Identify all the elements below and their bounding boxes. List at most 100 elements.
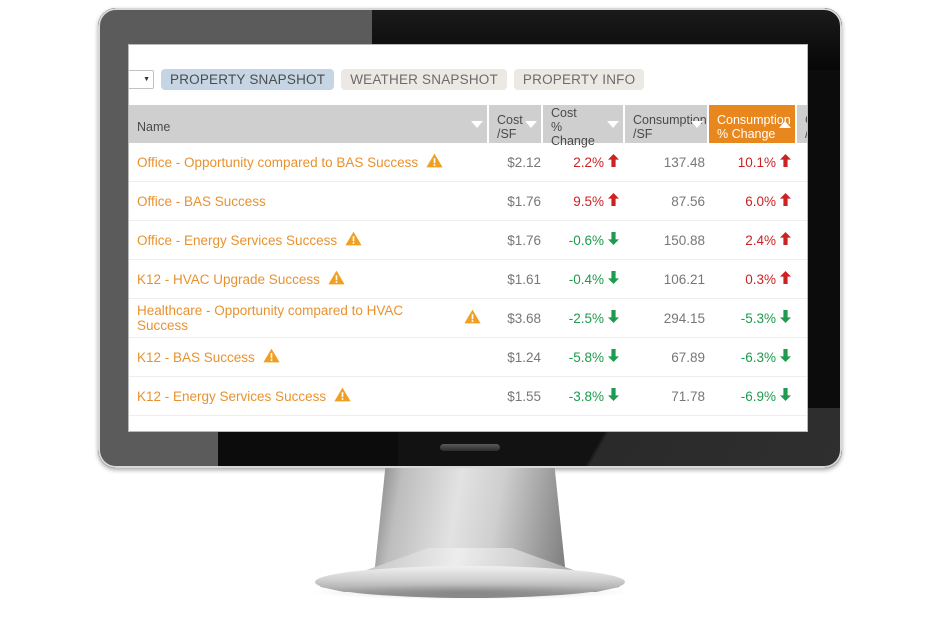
trend-down-icon xyxy=(608,310,619,326)
table-row[interactable]: K12 - Energy Services Success $1.55 -3.8% 7… xyxy=(129,377,807,416)
cell-cost-sf: $1.76 xyxy=(507,193,541,209)
column-header-sublabel: /SF xyxy=(497,126,517,141)
consumption-change-value: 0.3% xyxy=(745,271,776,287)
cell-consumption-sf: 106.21 xyxy=(663,271,705,287)
property-name-label: Office - Energy Services Success xyxy=(137,232,338,248)
cell-name: Office - Energy Services Success xyxy=(129,221,489,259)
cell-consumption-sf: 87.56 xyxy=(671,193,705,209)
trend-up-icon xyxy=(780,154,791,170)
column-header-cost-change[interactable]: Cost % Change xyxy=(543,105,625,148)
table-row[interactable]: K12 - BAS Success $1.24 -5.8% 67.89 -6.3% 16.… xyxy=(129,338,807,377)
cell-carbon-sf: 16.37 xyxy=(797,338,807,376)
cell-cost-sf: $1.55 xyxy=(507,388,541,404)
cost-change-value: -5.8% xyxy=(568,349,604,365)
cell-cost-change: 2.2% xyxy=(543,143,625,181)
cost-change-value: -0.4% xyxy=(568,271,604,287)
cell-consumption-sf: 67.89 xyxy=(671,349,705,365)
cost-change-value: -3.8% xyxy=(568,388,604,404)
trend-down-icon xyxy=(780,310,791,326)
trend-down-icon xyxy=(780,388,791,404)
cell-cost-change: -3.8% xyxy=(543,377,625,415)
warning-icon xyxy=(334,387,351,405)
cell-cost-change: -5.8% xyxy=(543,338,625,376)
consumption-change-value: -6.9% xyxy=(740,388,776,404)
column-header-label: Name xyxy=(137,119,171,134)
column-header-consumption-sf[interactable]: Consumption /SF xyxy=(625,105,709,143)
cell-carbon-sf: 61.10 xyxy=(797,299,807,337)
monitor-scene: ▼ PROPERTY SNAPSHOT WEATHER SNAPSHOT PRO… xyxy=(0,0,940,626)
column-header-sublabel: /SF xyxy=(633,126,653,141)
chevron-down-icon: ▼ xyxy=(143,75,150,83)
cell-cost-change: 9.5% xyxy=(543,182,625,220)
cell-consumption-sf: 137.48 xyxy=(663,154,705,170)
column-header-label: Cost xyxy=(497,112,523,127)
sort-descending-icon xyxy=(471,121,483,128)
cell-name: K12 - HVAC Upgrade Success xyxy=(129,260,489,298)
table-body: Office - Opportunity compared to BAS Suc… xyxy=(129,143,807,416)
warning-icon xyxy=(426,153,443,171)
cell-cost-sf: $1.24 xyxy=(507,349,541,365)
tab-weather-snapshot[interactable]: WEATHER SNAPSHOT xyxy=(341,68,507,90)
cell-cost-sf: $1.61 xyxy=(507,271,541,287)
property-select-dropdown[interactable]: ▼ xyxy=(129,69,154,89)
property-table: Name Cost /SF Cost % Change Consumption … xyxy=(129,105,807,416)
cell-cost-change: -2.5% xyxy=(543,299,625,337)
cost-change-value: 9.5% xyxy=(573,193,604,209)
table-row[interactable]: Healthcare - Opportunity compared to HVA… xyxy=(129,299,807,338)
cell-carbon-sf: 41.27 xyxy=(797,221,807,259)
cell-cost-change: -0.4% xyxy=(543,260,625,298)
trend-up-icon xyxy=(608,154,619,170)
cell-name: Office - BAS Success xyxy=(129,182,489,220)
cost-change-value: -2.5% xyxy=(568,310,604,326)
cell-consumption-change: -6.3% xyxy=(709,338,797,376)
table-row[interactable]: Office - BAS Success $1.76 9.5% 87.56 6.0% 22… xyxy=(129,182,807,221)
cell-name: K12 - BAS Success xyxy=(129,338,489,376)
trend-down-icon xyxy=(608,232,619,248)
column-header-sublabel: % Change xyxy=(717,126,776,141)
table-row[interactable]: Office - Opportunity compared to BAS Suc… xyxy=(129,143,807,182)
monitor-stand-notch xyxy=(440,444,500,451)
tab-bar: ▼ PROPERTY SNAPSHOT WEATHER SNAPSHOT PRO… xyxy=(129,67,645,91)
column-header-carbon-sf[interactable]: Carbon /SF xyxy=(797,105,807,143)
trend-up-icon xyxy=(780,193,791,209)
screen-content: ▼ PROPERTY SNAPSHOT WEATHER SNAPSHOT PRO… xyxy=(129,45,807,431)
property-name-label: Healthcare - Opportunity compared to HVA… xyxy=(137,303,404,333)
column-header-label: Consumption xyxy=(633,112,707,127)
screen: ▼ PROPERTY SNAPSHOT WEATHER SNAPSHOT PRO… xyxy=(128,44,808,432)
cell-name: K12 - Energy Services Success xyxy=(129,377,489,415)
column-header-sublabel: % Change xyxy=(551,119,595,148)
tab-label: PROPERTY INFO xyxy=(522,71,636,87)
column-header-cost-sf[interactable]: Cost /SF xyxy=(489,105,543,143)
cell-cost-sf: $2.12 xyxy=(507,154,541,170)
tab-property-info[interactable]: PROPERTY INFO xyxy=(513,68,645,90)
cell-cost-sf: $1.76 xyxy=(507,232,541,248)
cell-cost-sf: $3.68 xyxy=(507,310,541,326)
cell-consumption-change: 2.4% xyxy=(709,221,797,259)
tab-label: PROPERTY SNAPSHOT xyxy=(170,71,326,87)
table-row[interactable]: K12 - HVAC Upgrade Success $1.61 -0.4% 106.… xyxy=(129,260,807,299)
column-header-name[interactable]: Name xyxy=(129,105,489,143)
warning-icon xyxy=(263,348,280,366)
cell-cost-change: -0.6% xyxy=(543,221,625,259)
property-name-label: K12 - BAS Success xyxy=(137,349,255,365)
property-name-label: K12 - HVAC Upgrade Success xyxy=(137,271,320,287)
property-name-label: K12 - Energy Services Success xyxy=(137,388,327,404)
cell-consumption-change: -5.3% xyxy=(709,299,797,337)
cell-name: Healthcare - Opportunity compared to HVA… xyxy=(129,299,489,337)
trend-down-icon xyxy=(608,388,619,404)
trend-down-icon xyxy=(780,349,791,365)
table-row[interactable]: Office - Energy Services Success $1.76 -0.… xyxy=(129,221,807,260)
cell-carbon-sf: 39.37 xyxy=(797,143,807,181)
tab-property-snapshot[interactable]: PROPERTY SNAPSHOT xyxy=(161,68,335,90)
sort-descending-icon xyxy=(525,121,537,128)
column-header-consumption-change[interactable]: Consumption % Change xyxy=(709,105,797,143)
property-name-label: Office - BAS Success xyxy=(137,193,266,209)
trend-down-icon xyxy=(608,349,619,365)
consumption-change-value: -5.3% xyxy=(740,310,776,326)
cell-consumption-change: 10.1% xyxy=(709,143,797,181)
cell-consumption-change: 0.3% xyxy=(709,260,797,298)
trend-up-icon xyxy=(780,232,791,248)
monitor-frame: ▼ PROPERTY SNAPSHOT WEATHER SNAPSHOT PRO… xyxy=(98,8,842,468)
cost-change-value: 2.2% xyxy=(573,154,604,170)
cell-consumption-sf: 150.88 xyxy=(663,232,705,248)
